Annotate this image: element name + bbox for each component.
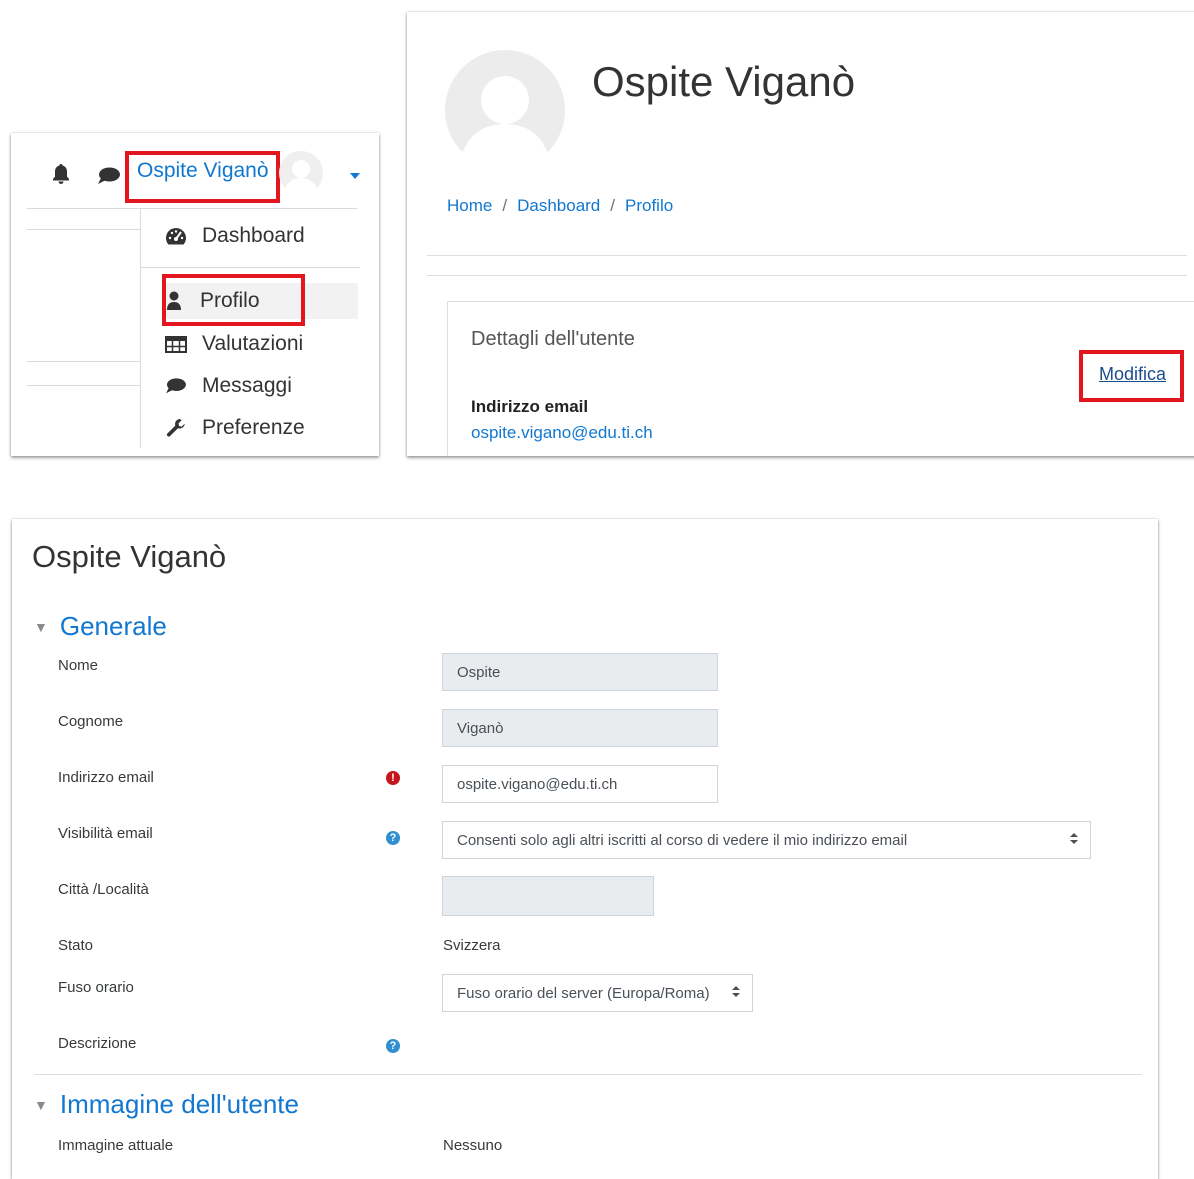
email-field[interactable]: ospite.vigano@edu.ti.ch bbox=[442, 765, 718, 803]
breadcrumb-dashboard[interactable]: Dashboard bbox=[517, 196, 600, 216]
profile-name: Ospite Viganò bbox=[592, 58, 856, 105]
username-highlight bbox=[125, 151, 280, 203]
modifica-highlight bbox=[1079, 350, 1184, 402]
nome-label: Nome bbox=[58, 657, 99, 674]
breadcrumb-separator: / bbox=[502, 196, 508, 215]
current-image-value: Nessuno bbox=[443, 1137, 503, 1154]
triangle-down-icon: ▼ bbox=[34, 1096, 48, 1113]
section-generale[interactable]: ▼ Generale bbox=[34, 611, 167, 642]
email-visibility-select[interactable]: Consenti solo agli altri iscritti al cor… bbox=[442, 821, 1091, 859]
avatar-icon bbox=[445, 50, 565, 173]
email-visibility-label: Visibilità email bbox=[58, 825, 153, 842]
section-divider bbox=[34, 1074, 1142, 1075]
breadcrumb-home[interactable]: Home bbox=[447, 196, 492, 216]
country-value: Svizzera bbox=[443, 937, 501, 954]
triangle-down-icon: ▼ bbox=[34, 618, 48, 635]
select-value: Fuso orario del server (Europa/Roma) bbox=[457, 984, 710, 1002]
section-label: Immagine dell'utente bbox=[59, 1089, 299, 1119]
nome-field[interactable]: Ospite bbox=[442, 653, 718, 691]
section-label: Generale bbox=[59, 611, 167, 641]
menu-item-messaggi[interactable]: Messaggi bbox=[164, 368, 292, 404]
country-label: Stato bbox=[58, 937, 94, 954]
breadcrumb-separator: / bbox=[610, 196, 615, 215]
menu-item-dashboard[interactable]: Dashboard bbox=[164, 218, 305, 254]
menu-item-label: Valutazioni bbox=[202, 332, 304, 355]
description-label: Descrizione bbox=[58, 1035, 137, 1052]
timezone-label: Fuso orario bbox=[58, 979, 134, 996]
cognome-label: Cognome bbox=[58, 713, 124, 730]
avatar-icon[interactable] bbox=[279, 151, 323, 196]
menu-item-label: Dashboard bbox=[202, 224, 305, 247]
profilo-highlight bbox=[162, 274, 305, 326]
menu-item-valutazioni[interactable]: Valutazioni bbox=[164, 326, 303, 362]
menu-item-preferenze[interactable]: Preferenze bbox=[164, 410, 305, 446]
section-immagine[interactable]: ▼ Immagine dell'utente bbox=[34, 1089, 299, 1120]
table-icon bbox=[164, 332, 188, 356]
tachometer-icon bbox=[164, 224, 188, 248]
current-image-label: Immagine attuale bbox=[58, 1137, 174, 1154]
edit-profile-panel: Ospite Viganò ▼ Generale Nome Ospite Cog… bbox=[12, 519, 1158, 1179]
wrench-icon bbox=[164, 416, 188, 440]
email-link[interactable]: ospite.vigano@edu.ti.ch bbox=[471, 423, 653, 443]
cognome-field[interactable]: Viganò bbox=[442, 709, 718, 747]
user-details-title: Dettagli dell'utente bbox=[471, 328, 635, 350]
timezone-select[interactable]: Fuso orario del server (Europa/Roma) bbox=[442, 974, 753, 1012]
breadcrumb-profilo[interactable]: Profilo bbox=[625, 196, 673, 216]
sort-arrows-icon bbox=[1070, 833, 1078, 847]
profile-header-panel: Ospite Viganò Home / Dashboard / Profilo… bbox=[407, 12, 1194, 456]
breadcrumb: Home / Dashboard / Profilo bbox=[447, 196, 673, 216]
menu-item-label: Messaggi bbox=[202, 374, 292, 397]
chat-bubble-icon[interactable] bbox=[97, 166, 121, 186]
city-field[interactable] bbox=[442, 876, 654, 916]
sort-arrows-icon bbox=[732, 986, 740, 1000]
user-menu-panel: Ospite Viganò Dashboard Profilo Valutazi… bbox=[11, 133, 379, 456]
bell-icon[interactable] bbox=[51, 163, 71, 185]
exclamation-icon: ! bbox=[386, 771, 400, 785]
question-icon[interactable]: ? bbox=[386, 1039, 400, 1053]
question-icon[interactable]: ? bbox=[386, 831, 400, 845]
form-title: Ospite Viganò bbox=[32, 539, 227, 574]
chat-bubble-icon bbox=[164, 374, 188, 398]
email-label: Indirizzo email bbox=[58, 769, 154, 786]
city-label: Città /Località bbox=[58, 881, 149, 898]
select-value: Consenti solo agli altri iscritti al cor… bbox=[457, 831, 908, 849]
menu-item-label: Preferenze bbox=[202, 416, 305, 439]
email-label: Indirizzo email bbox=[471, 397, 589, 416]
caret-down-icon[interactable] bbox=[350, 166, 360, 184]
